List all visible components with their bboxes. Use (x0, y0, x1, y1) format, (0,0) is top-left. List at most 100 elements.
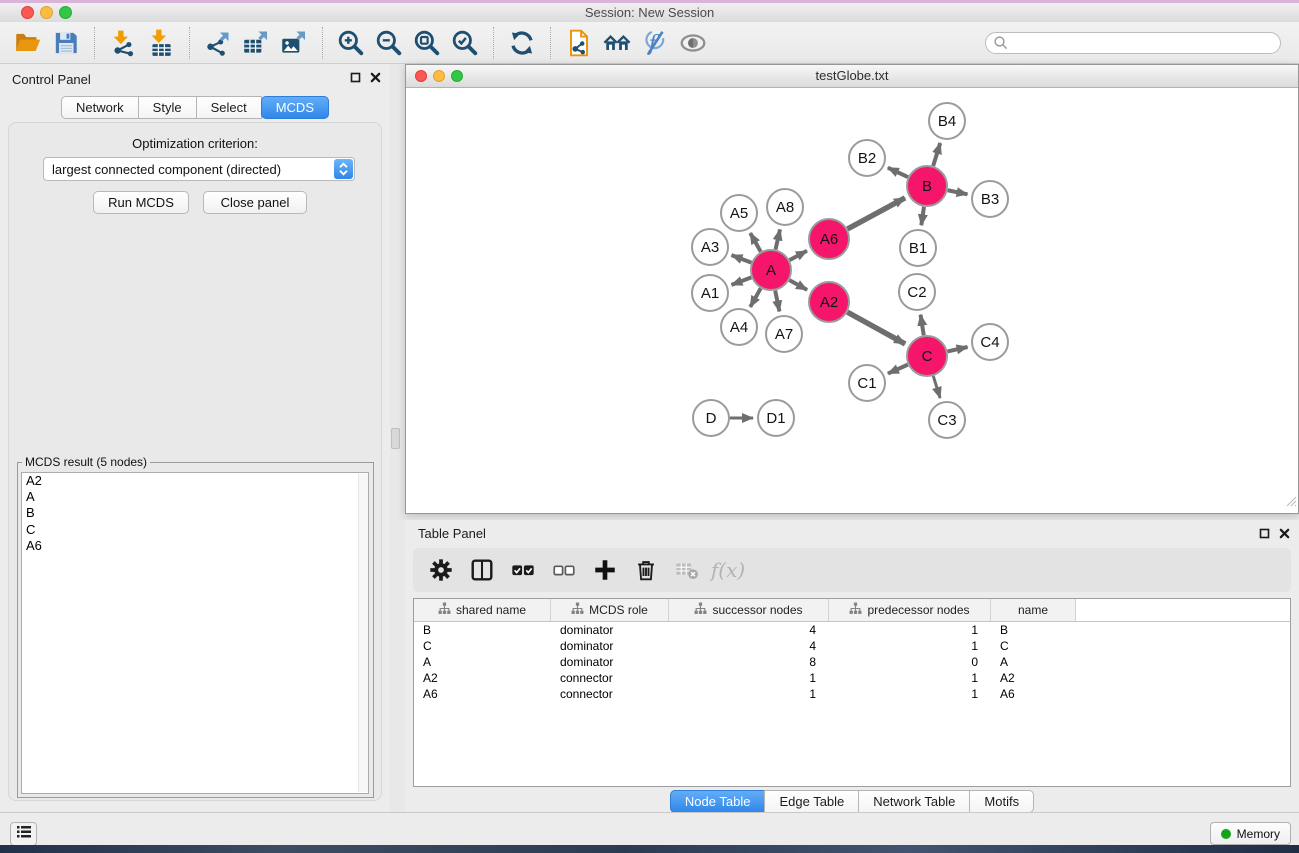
home-button[interactable] (598, 26, 636, 60)
table-cell[interactable]: A6 (991, 687, 1076, 701)
graph-node-A8[interactable] (767, 189, 803, 225)
graph-node-C2[interactable] (899, 274, 935, 310)
tab-edge-table[interactable]: Edge Table (764, 790, 859, 813)
table-cell[interactable]: connector (551, 687, 669, 701)
graph-edge-A-A4[interactable] (750, 288, 760, 307)
column-header-MCDS-role[interactable]: MCDS role (551, 599, 669, 621)
graph-edge-A6-B[interactable] (847, 198, 905, 229)
run-mcds-button[interactable]: Run MCDS (93, 191, 189, 214)
graph-edge-C-C2[interactable] (921, 315, 924, 336)
export-image-button[interactable] (275, 26, 313, 60)
graph-edge-B-B1[interactable] (921, 207, 924, 225)
table-row[interactable]: Cdominator41C (414, 638, 1290, 654)
table-cell[interactable]: A (991, 655, 1076, 669)
graph-node-B2[interactable] (849, 140, 885, 176)
zoom-out-button[interactable] (370, 26, 408, 60)
result-item[interactable]: A (22, 489, 368, 505)
network-canvas[interactable]: B4B2BB3A8A5A6A3B1AA1C2A2A4A7C4CC1C3DD1 (406, 88, 1298, 513)
result-item[interactable]: C (22, 522, 368, 538)
graph-edge-B-B2[interactable] (888, 168, 908, 177)
table-cell[interactable]: A6 (414, 687, 551, 701)
network-close-button[interactable] (415, 70, 427, 82)
table-cell[interactable]: 1 (669, 687, 829, 701)
close-panel-icon[interactable] (370, 72, 381, 83)
result-item[interactable]: A2 (22, 473, 368, 489)
graph-edge-C-C4[interactable] (947, 347, 967, 351)
graph-node-A4[interactable] (721, 309, 757, 345)
tab-network-table[interactable]: Network Table (858, 790, 970, 813)
table-cell[interactable]: 0 (829, 655, 991, 669)
result-item[interactable]: A6 (22, 538, 368, 554)
export-table-button[interactable] (237, 26, 275, 60)
graph-node-B4[interactable] (929, 103, 965, 139)
graph-edge-A-A8[interactable] (776, 229, 780, 249)
graph-edge-A-A6[interactable] (790, 251, 807, 260)
table-cell[interactable]: dominator (551, 639, 669, 653)
graph-node-A3[interactable] (692, 229, 728, 265)
graph-edge-A-A2[interactable] (789, 280, 807, 290)
graph-node-A5[interactable] (721, 195, 757, 231)
table-cell[interactable]: 1 (829, 687, 991, 701)
table-cell[interactable]: 8 (669, 655, 829, 669)
graph-edge-A-A3[interactable] (732, 255, 752, 262)
graph-node-C[interactable] (907, 336, 947, 376)
graph-edge-C-C3[interactable] (933, 376, 940, 398)
table-cell[interactable]: dominator (551, 655, 669, 669)
table-cell[interactable]: C (414, 639, 551, 653)
tab-style[interactable]: Style (138, 96, 197, 119)
search-input[interactable] (985, 32, 1281, 54)
graph-edge-B-B3[interactable] (948, 190, 968, 194)
table-cell[interactable]: dominator (551, 623, 669, 637)
table-cell[interactable]: 4 (669, 623, 829, 637)
show-panels-button[interactable] (10, 822, 37, 846)
table-row[interactable]: A2connector11A2 (414, 670, 1290, 686)
birds-eye-view-button[interactable] (674, 26, 712, 60)
table-row[interactable]: Bdominator41B (414, 622, 1290, 638)
graph-node-B1[interactable] (900, 230, 936, 266)
tab-mcds[interactable]: MCDS (261, 96, 329, 119)
table-cell[interactable]: 1 (829, 671, 991, 685)
zoom-selected-button[interactable] (446, 26, 484, 60)
graph-node-A1[interactable] (692, 275, 728, 311)
graph-edge-A-A7[interactable] (775, 291, 779, 312)
table-cell[interactable]: B (991, 623, 1076, 637)
graph-edge-A2-C[interactable] (847, 312, 905, 344)
save-session-button[interactable] (47, 26, 85, 60)
column-header-name[interactable]: name (991, 599, 1076, 621)
graph-node-D[interactable] (693, 400, 729, 436)
import-table-button[interactable] (142, 26, 180, 60)
tab-network[interactable]: Network (61, 96, 139, 119)
select-all-rows-button[interactable] (508, 555, 538, 585)
tab-select[interactable]: Select (196, 96, 262, 119)
graph-edge-A-A5[interactable] (750, 233, 760, 252)
dropdown-stepper-icon[interactable] (334, 159, 353, 179)
graph-node-C4[interactable] (972, 324, 1008, 360)
table-cell[interactable]: C (991, 639, 1076, 653)
memory-button[interactable]: Memory (1210, 822, 1291, 845)
tab-motifs[interactable]: Motifs (969, 790, 1034, 813)
network-minimize-button[interactable] (433, 70, 445, 82)
graph-node-B3[interactable] (972, 181, 1008, 217)
graph-edge-C-C1[interactable] (888, 365, 908, 374)
graph-node-D1[interactable] (758, 400, 794, 436)
column-header-predecessor-nodes[interactable]: predecessor nodes (829, 599, 991, 621)
panel-divider-grip[interactable] (391, 428, 400, 449)
column-header-shared-name[interactable]: shared name (414, 599, 551, 621)
delete-columns-button[interactable] (631, 555, 661, 585)
graph-node-A6[interactable] (809, 219, 849, 259)
graph-edge-A-A1[interactable] (732, 277, 752, 284)
float-panel-icon[interactable] (350, 72, 361, 83)
export-network-button[interactable] (199, 26, 237, 60)
float-table-panel-icon[interactable] (1259, 528, 1270, 539)
table-cell[interactable]: B (414, 623, 551, 637)
table-cell[interactable]: A (414, 655, 551, 669)
graph-node-A2[interactable] (809, 282, 849, 322)
network-zoom-button[interactable] (451, 70, 463, 82)
table-row[interactable]: A6connector11A6 (414, 686, 1290, 702)
refresh-network-button[interactable] (503, 26, 541, 60)
table-cell[interactable]: connector (551, 671, 669, 685)
column-header-successor-nodes[interactable]: successor nodes (669, 599, 829, 621)
table-cell[interactable]: A2 (414, 671, 551, 685)
toggle-panel-layout-button[interactable] (467, 555, 497, 585)
tab-node-table[interactable]: Node Table (670, 790, 766, 813)
